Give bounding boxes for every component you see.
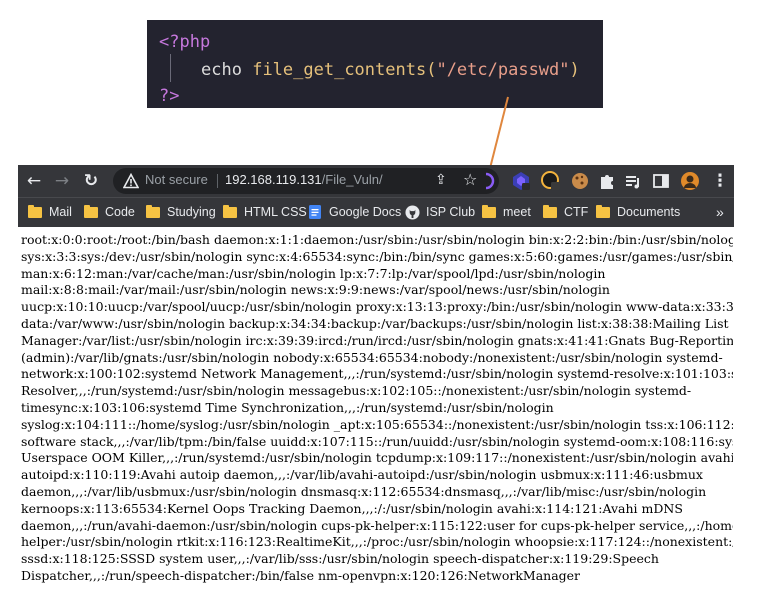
folder-icon <box>482 204 496 218</box>
security-label[interactable]: Not secure <box>145 172 208 187</box>
passwd-line: sys:x:3:3:sys:/dev:/usr/sbin/nologin syn… <box>21 248 733 264</box>
folder-icon <box>543 204 557 218</box>
bookmark-html-css[interactable]: HTML CSS <box>223 203 307 221</box>
passwd-line: daemon,,,:/var/lib/usbmux:/usr/sbin/nolo… <box>21 483 707 499</box>
folder-icon <box>596 204 610 218</box>
passwd-line: mail:x:8:8:mail:/var/mail:/usr/sbin/nolo… <box>21 282 610 298</box>
url-text[interactable]: 192.168.119.131/File_Vuln/ <box>225 172 383 187</box>
passwd-line: Resolver,,,:/run/systemd:/usr/sbin/nolog… <box>21 383 692 399</box>
bookmark-label: HTML CSS <box>244 205 307 219</box>
passwd-line: timesync:x:103:106:systemd Time Synchron… <box>21 399 554 415</box>
folder-icon <box>223 204 237 218</box>
avatar[interactable] <box>680 171 700 191</box>
passwd-line: Userspace OOM Killer,,,:/run/systemd:/us… <box>21 450 733 466</box>
bookmark-google-docs[interactable]: Google Docs <box>309 203 401 221</box>
passwd-line: man:x:6:12:man:/var/cache/man:/usr/sbin/… <box>21 265 606 281</box>
address-bar[interactable]: Not secure 192.168.119.131/File_Vuln/ ⇪ … <box>113 168 499 194</box>
extension-badge-icon[interactable] <box>541 171 561 191</box>
passwd-line: data:/var/www:/usr/sbin/nologin backup:x… <box>21 315 729 331</box>
side-panel-icon[interactable] <box>651 171 671 191</box>
passwd-line: daemon,,,:/run/avahi-daemon:/usr/sbin/no… <box>21 517 733 533</box>
bookmark-label: ISP Club <box>426 205 476 219</box>
passwd-line: network:x:100:102:systemd Network Manage… <box>21 366 733 382</box>
forward-icon[interactable]: → <box>50 169 74 193</box>
bookmark-label: Documents <box>617 205 681 219</box>
passwd-line: autoipd:x:110:119:Avahi autoip daemon,,,… <box>21 467 703 483</box>
passwd-line: root:x:0:0:root:/root:/bin/bash daemon:x… <box>21 232 733 247</box>
github-icon <box>405 204 420 220</box>
bookmark-label: Studying <box>167 205 216 219</box>
cookie-icon[interactable] <box>570 171 590 191</box>
passwd-line: uucp:x:10:10:uucp:/var/spool/uucp:/usr/s… <box>21 299 733 315</box>
passwd-line: syslog:x:104:111::/home/syslog:/usr/sbin… <box>21 416 733 432</box>
url-path: /File_Vuln/ <box>321 172 383 187</box>
bookmarks-overflow-button[interactable]: » <box>716 203 724 221</box>
passwd-line: sssd:x:118:125:SSSD system user,,,:/var/… <box>21 551 659 567</box>
passwd-line: kernoops:x:113:65534:Kernel Oops Trackin… <box>21 500 683 516</box>
extension-purple-icon[interactable] <box>480 171 500 191</box>
passwd-file-contents: root:x:0:0:root:/root:/bin/bash daemon:x… <box>21 232 733 584</box>
extension-gem-icon[interactable] <box>511 171 531 191</box>
bookmark-isp-club[interactable]: ISP Club <box>405 203 475 221</box>
bookmark-label: Code <box>105 205 135 219</box>
bookmark-ctf[interactable]: CTF <box>543 203 588 221</box>
bookmark-label: CTF <box>564 205 589 219</box>
bookmark-documents[interactable]: Documents <box>596 203 680 221</box>
passwd-line: (admin):/var/lib/gnats:/usr/sbin/nologin… <box>21 349 723 365</box>
bookmark-label: Mail <box>49 205 72 219</box>
folder-icon <box>84 204 98 218</box>
star-icon[interactable]: ☆ <box>463 170 477 189</box>
bookmark-studying[interactable]: Studying <box>146 203 216 221</box>
passwd-line: software stack,,,:/var/lib/tpm:/bin/fals… <box>21 433 733 449</box>
folder-icon <box>28 204 42 218</box>
passwd-line: Dispatcher,,,:/run/speech-dispatcher:/bi… <box>21 567 581 583</box>
media-queue-icon[interactable] <box>623 171 643 191</box>
puzzle-icon[interactable] <box>597 171 617 191</box>
docs-icon <box>309 205 321 219</box>
bookmark-meet[interactable]: meet <box>482 203 531 221</box>
reload-icon[interactable]: ↻ <box>79 169 103 193</box>
back-icon[interactable]: ← <box>22 169 46 193</box>
bookmark-label: meet <box>503 205 531 219</box>
bookmark-code[interactable]: Code <box>84 203 135 221</box>
menu-icon[interactable]: ⋮ <box>708 169 732 193</box>
folder-icon <box>146 204 160 218</box>
bookmark-label: Google Docs <box>329 205 402 219</box>
bookmark-mail[interactable]: Mail <box>28 203 72 221</box>
share-icon[interactable]: ⇪ <box>435 172 447 188</box>
browser-toolbar: ← → ↻ Not secure 192.168.119.131/File_Vu… <box>18 165 734 197</box>
warning-icon[interactable] <box>123 173 139 189</box>
url-host: 192.168.119.131 <box>225 172 322 187</box>
bookmarks-bar: Mail Code Studying HTML CSS Google Docs … <box>18 197 734 227</box>
passwd-line: helper:/usr/sbin/nologin rtkit:x:116:123… <box>21 534 733 550</box>
divider <box>217 174 218 188</box>
passwd-line: Manager:/var/list:/usr/sbin/nologin irc:… <box>21 332 733 348</box>
